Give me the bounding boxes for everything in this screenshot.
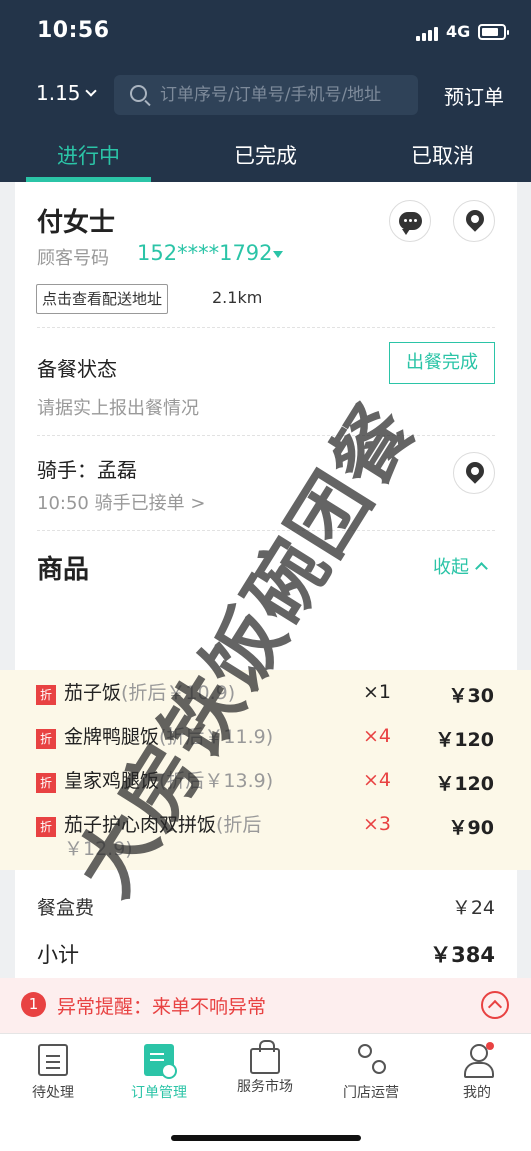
nav-item-orders[interactable]: 订单管理 — [106, 1044, 212, 1102]
discount-badge: 折 — [36, 729, 56, 749]
user-icon — [462, 1042, 494, 1078]
location-button[interactable] — [453, 200, 495, 242]
caret-down-icon[interactable] — [273, 251, 283, 258]
location-pin-icon — [462, 458, 488, 484]
nav-label: 我的 — [463, 1085, 491, 1101]
box-fee-label: 餐盒费 — [37, 897, 95, 919]
prep-status-hint: 请据实上报出餐情况 — [37, 398, 199, 419]
nav-label: 门店运营 — [343, 1085, 399, 1101]
item-name: 茄子护心肉双拼饭(折后￥12.9) — [64, 814, 262, 860]
divider — [37, 327, 495, 328]
search-box[interactable] — [114, 75, 418, 115]
nav-item-me[interactable]: 我的 — [424, 1042, 530, 1102]
order-icon — [144, 1044, 177, 1079]
battery-icon — [478, 24, 509, 40]
chevron-up-icon — [475, 562, 488, 575]
goods-list: 折 茄子饭(折后￥10.9) ×1 ￥30 折 金牌鸭腿饭(折后￥11.9) ×… — [0, 670, 531, 870]
reserve-orders-button[interactable]: 预订单 — [444, 81, 504, 110]
nav-item-store-ops[interactable]: 门店运营 — [318, 1044, 424, 1102]
chat-button[interactable] — [389, 200, 431, 242]
rider-status[interactable]: 10:50 骑手已接单 > — [37, 489, 205, 515]
chat-icon — [399, 212, 422, 235]
rider-name: 骑手：孟磊 — [37, 458, 137, 482]
app-header: 10:56 4G 1.15 预订单 进行中 已完成 已取消 — [0, 0, 531, 182]
date-value: 1.15 — [36, 81, 81, 105]
exception-alert-bar[interactable]: 1 异常提醒：来单不响异常 — [0, 978, 531, 1033]
alert-count-badge: 1 — [21, 992, 46, 1017]
notification-dot — [486, 1042, 494, 1050]
search-row: 1.15 预订单 — [0, 72, 531, 116]
status-bar: 10:56 4G — [0, 0, 531, 64]
phone-number[interactable]: 152****1792 — [137, 241, 273, 265]
network-label: 4G — [446, 22, 471, 41]
item-quantity: ×3 — [363, 813, 392, 835]
goods-title: 商品 — [37, 555, 90, 585]
divider — [37, 435, 495, 436]
item-price: ￥120 — [435, 773, 494, 795]
flow-icon — [356, 1044, 386, 1076]
distance: 2.1km — [212, 288, 263, 307]
divider — [37, 530, 495, 531]
bottom-nav: 待处理 订单管理 服务市场 门店运营 我的 — [0, 1033, 531, 1151]
subtotal-label: 小计 — [37, 943, 79, 967]
item-price: ￥90 — [448, 817, 494, 839]
nav-label: 订单管理 — [131, 1085, 187, 1101]
item-name: 金牌鸭腿饭(折后￥11.9) — [64, 726, 274, 748]
item-price: ￥30 — [448, 685, 494, 707]
tab-completed[interactable]: 已完成 — [177, 130, 354, 182]
date-select[interactable]: 1.15 — [36, 81, 97, 105]
view-address-button[interactable]: 点击查看配送地址 — [36, 284, 169, 314]
item-quantity: ×4 — [363, 769, 392, 791]
nav-item-market[interactable]: 服务市场 — [212, 1040, 318, 1096]
meal-ready-button[interactable]: 出餐完成 — [389, 342, 495, 384]
clipboard-icon — [38, 1044, 68, 1076]
list-item: 折 茄子护心肉双拼饭(折后￥12.9) ×3 ￥90 — [0, 813, 531, 869]
alert-text: 异常提醒：来单不响异常 — [57, 996, 267, 1018]
item-name: 皇家鸡腿饭(折后￥13.9) — [64, 770, 274, 792]
collapse-label: 收起 — [433, 557, 469, 578]
item-quantity: ×4 — [363, 725, 392, 747]
tab-in-progress[interactable]: 进行中 — [0, 130, 177, 182]
collapse-button[interactable]: 收起 — [433, 553, 488, 579]
tab-cancelled[interactable]: 已取消 — [354, 130, 531, 182]
chevron-down-icon — [84, 84, 97, 97]
discount-badge: 折 — [36, 685, 56, 705]
prep-status-title: 备餐状态 — [37, 357, 117, 381]
phone-label: 顾客号码 — [37, 248, 109, 269]
search-input[interactable] — [160, 75, 410, 115]
subtotal-value: ￥384 — [430, 943, 495, 967]
box-fee-value: ￥24 — [451, 897, 495, 919]
list-item: 折 茄子饭(折后￥10.9) ×1 ￥30 — [0, 681, 531, 725]
customer-name: 付女士 — [37, 208, 116, 238]
shopping-bag-icon — [250, 1040, 280, 1074]
list-item: 折 皇家鸡腿饭(折后￥13.9) ×4 ￥120 — [0, 769, 531, 813]
nav-label: 待处理 — [32, 1085, 74, 1101]
item-price: ￥120 — [435, 729, 494, 751]
item-name: 茄子饭(折后￥10.9) — [64, 682, 236, 704]
order-tabs: 进行中 已完成 已取消 — [0, 130, 531, 182]
rider-location-button[interactable] — [453, 452, 495, 494]
discount-badge: 折 — [36, 817, 56, 837]
search-icon — [130, 85, 147, 102]
discount-badge: 折 — [36, 773, 56, 793]
signal-icon — [416, 25, 440, 41]
nav-item-pending[interactable]: 待处理 — [0, 1044, 106, 1102]
nav-label: 服务市场 — [237, 1079, 293, 1095]
status-time: 10:56 — [37, 18, 110, 43]
item-quantity: ×1 — [363, 681, 392, 703]
home-indicator[interactable] — [171, 1135, 361, 1141]
location-pin-icon — [462, 206, 488, 232]
expand-up-icon[interactable] — [481, 991, 509, 1019]
list-item: 折 金牌鸭腿饭(折后￥11.9) ×4 ￥120 — [0, 725, 531, 769]
